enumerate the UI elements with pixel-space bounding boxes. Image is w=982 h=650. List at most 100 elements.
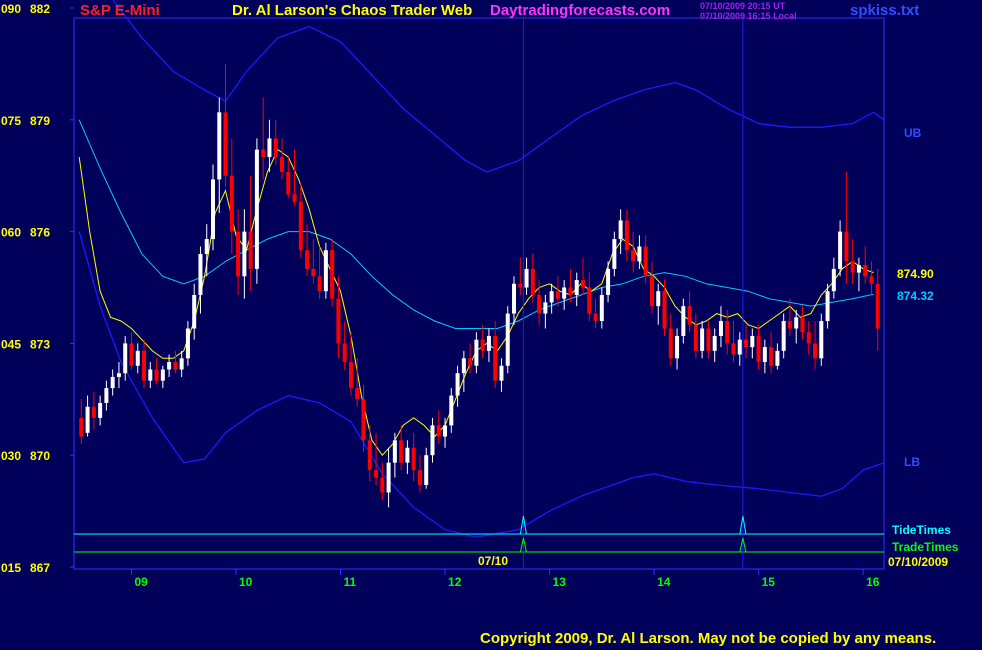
- candle-body: [342, 343, 347, 363]
- y-tick-count-label: 075: [1, 114, 21, 128]
- candle-body: [286, 171, 291, 195]
- candle-body: [737, 339, 742, 355]
- y-tick-price-label: 879: [30, 114, 50, 128]
- site-title: Dr. Al Larson's Chaos Trader Web: [232, 2, 473, 19]
- candle-body: [305, 250, 310, 269]
- candle-body: [844, 231, 849, 262]
- candle-body: [869, 276, 874, 284]
- candle-body: [217, 112, 222, 180]
- candle-body: [160, 369, 165, 381]
- hour-tick-label: 15: [762, 575, 776, 589]
- y-tick-price-label: 870: [30, 449, 50, 463]
- y-tick-count-label: 090: [1, 2, 21, 16]
- candle-body: [574, 280, 579, 295]
- candle-body: [700, 328, 705, 351]
- fast-ma-value-label: 874.90: [897, 267, 934, 281]
- y-tick-count-label: 060: [1, 226, 21, 240]
- candle-body: [399, 440, 404, 463]
- candle-body: [712, 335, 717, 351]
- candle-body: [405, 447, 410, 463]
- candle-body: [242, 231, 247, 277]
- candle-body: [273, 138, 278, 158]
- candle-body: [248, 231, 253, 269]
- local-timestamp: 07/10/2009 16:15 Local: [700, 11, 797, 21]
- candle-body: [417, 470, 422, 486]
- candle-body: [518, 283, 523, 288]
- candle-body: [499, 365, 504, 381]
- candle-body: [875, 283, 880, 329]
- candle-body: [386, 462, 391, 493]
- candle-body: [505, 313, 510, 366]
- candle-body: [587, 287, 592, 314]
- candle-body: [668, 328, 673, 359]
- candle-body: [116, 373, 121, 377]
- hour-tick-label: 12: [448, 575, 462, 589]
- plot-frame: [73, 17, 885, 570]
- upper-band-label: UB: [904, 126, 922, 140]
- candle-body: [348, 362, 353, 389]
- candle-body: [374, 470, 379, 478]
- candle-body: [863, 265, 868, 277]
- price-chart: 090 882 075 879 060 876 045 873 030 870 015 867 09 10…: [1, 0, 959, 589]
- candle-body: [185, 328, 190, 359]
- slow-moving-average: [78, 119, 874, 329]
- candle-body: [392, 440, 397, 463]
- candle-body: [618, 220, 623, 240]
- candle-body: [537, 294, 542, 314]
- candle-body: [167, 362, 172, 370]
- candle-body: [606, 268, 611, 295]
- candle-body: [562, 287, 567, 299]
- candle-body: [261, 149, 266, 158]
- candle-body: [800, 317, 805, 333]
- hour-tick-label: 10: [239, 575, 253, 589]
- candle-body: [580, 280, 585, 288]
- candle-body: [725, 321, 730, 344]
- candle-body: [292, 194, 297, 202]
- candle-body: [794, 317, 799, 329]
- candle-body: [424, 455, 429, 486]
- upper-band-line: [112, 0, 885, 173]
- candle-body: [192, 294, 197, 329]
- candle-body: [806, 332, 811, 344]
- tide-times-label: TideTimes: [892, 523, 951, 537]
- candle-body: [762, 347, 767, 363]
- y-tick-count-label: 045: [1, 337, 21, 351]
- candle-body: [775, 350, 780, 366]
- candle-body: [229, 175, 234, 232]
- candle-body: [323, 250, 328, 292]
- candle-body: [756, 335, 761, 363]
- candle-body: [687, 306, 692, 325]
- candle-body: [223, 112, 228, 176]
- candle-body: [211, 179, 216, 240]
- candle-body: [744, 339, 749, 348]
- candle-body: [637, 246, 642, 262]
- candle-body: [79, 417, 84, 437]
- candle-body: [411, 447, 416, 471]
- candle-body: [468, 358, 473, 366]
- candle-body: [173, 362, 178, 370]
- candle-body: [624, 220, 629, 251]
- candle-body: [330, 250, 335, 299]
- candle-body: [279, 157, 284, 172]
- candle-body: [198, 253, 203, 295]
- candle-body: [142, 350, 147, 381]
- copyright-notice: Copyright 2009, Dr. Al Larson. May not b…: [480, 630, 937, 647]
- candle-body: [474, 339, 479, 366]
- hour-tick-label: 16: [866, 575, 880, 589]
- candle-body: [681, 306, 686, 336]
- candle-body: [380, 477, 385, 493]
- candle-body: [787, 321, 792, 329]
- symbol-title: S&P E-Mini: [80, 2, 160, 19]
- candle-body: [179, 358, 184, 370]
- candle-body: [267, 138, 272, 158]
- candle-body: [750, 335, 755, 348]
- candle-body: [656, 291, 661, 307]
- candle-body: [706, 328, 711, 351]
- candle-body: [361, 399, 366, 441]
- candle-body: [493, 335, 498, 381]
- candle-body: [104, 388, 109, 404]
- site-url[interactable]: Daytradingforecasts.com: [490, 2, 670, 19]
- candle-body: [154, 369, 159, 381]
- candle-body: [831, 268, 836, 292]
- candle-body: [850, 261, 855, 273]
